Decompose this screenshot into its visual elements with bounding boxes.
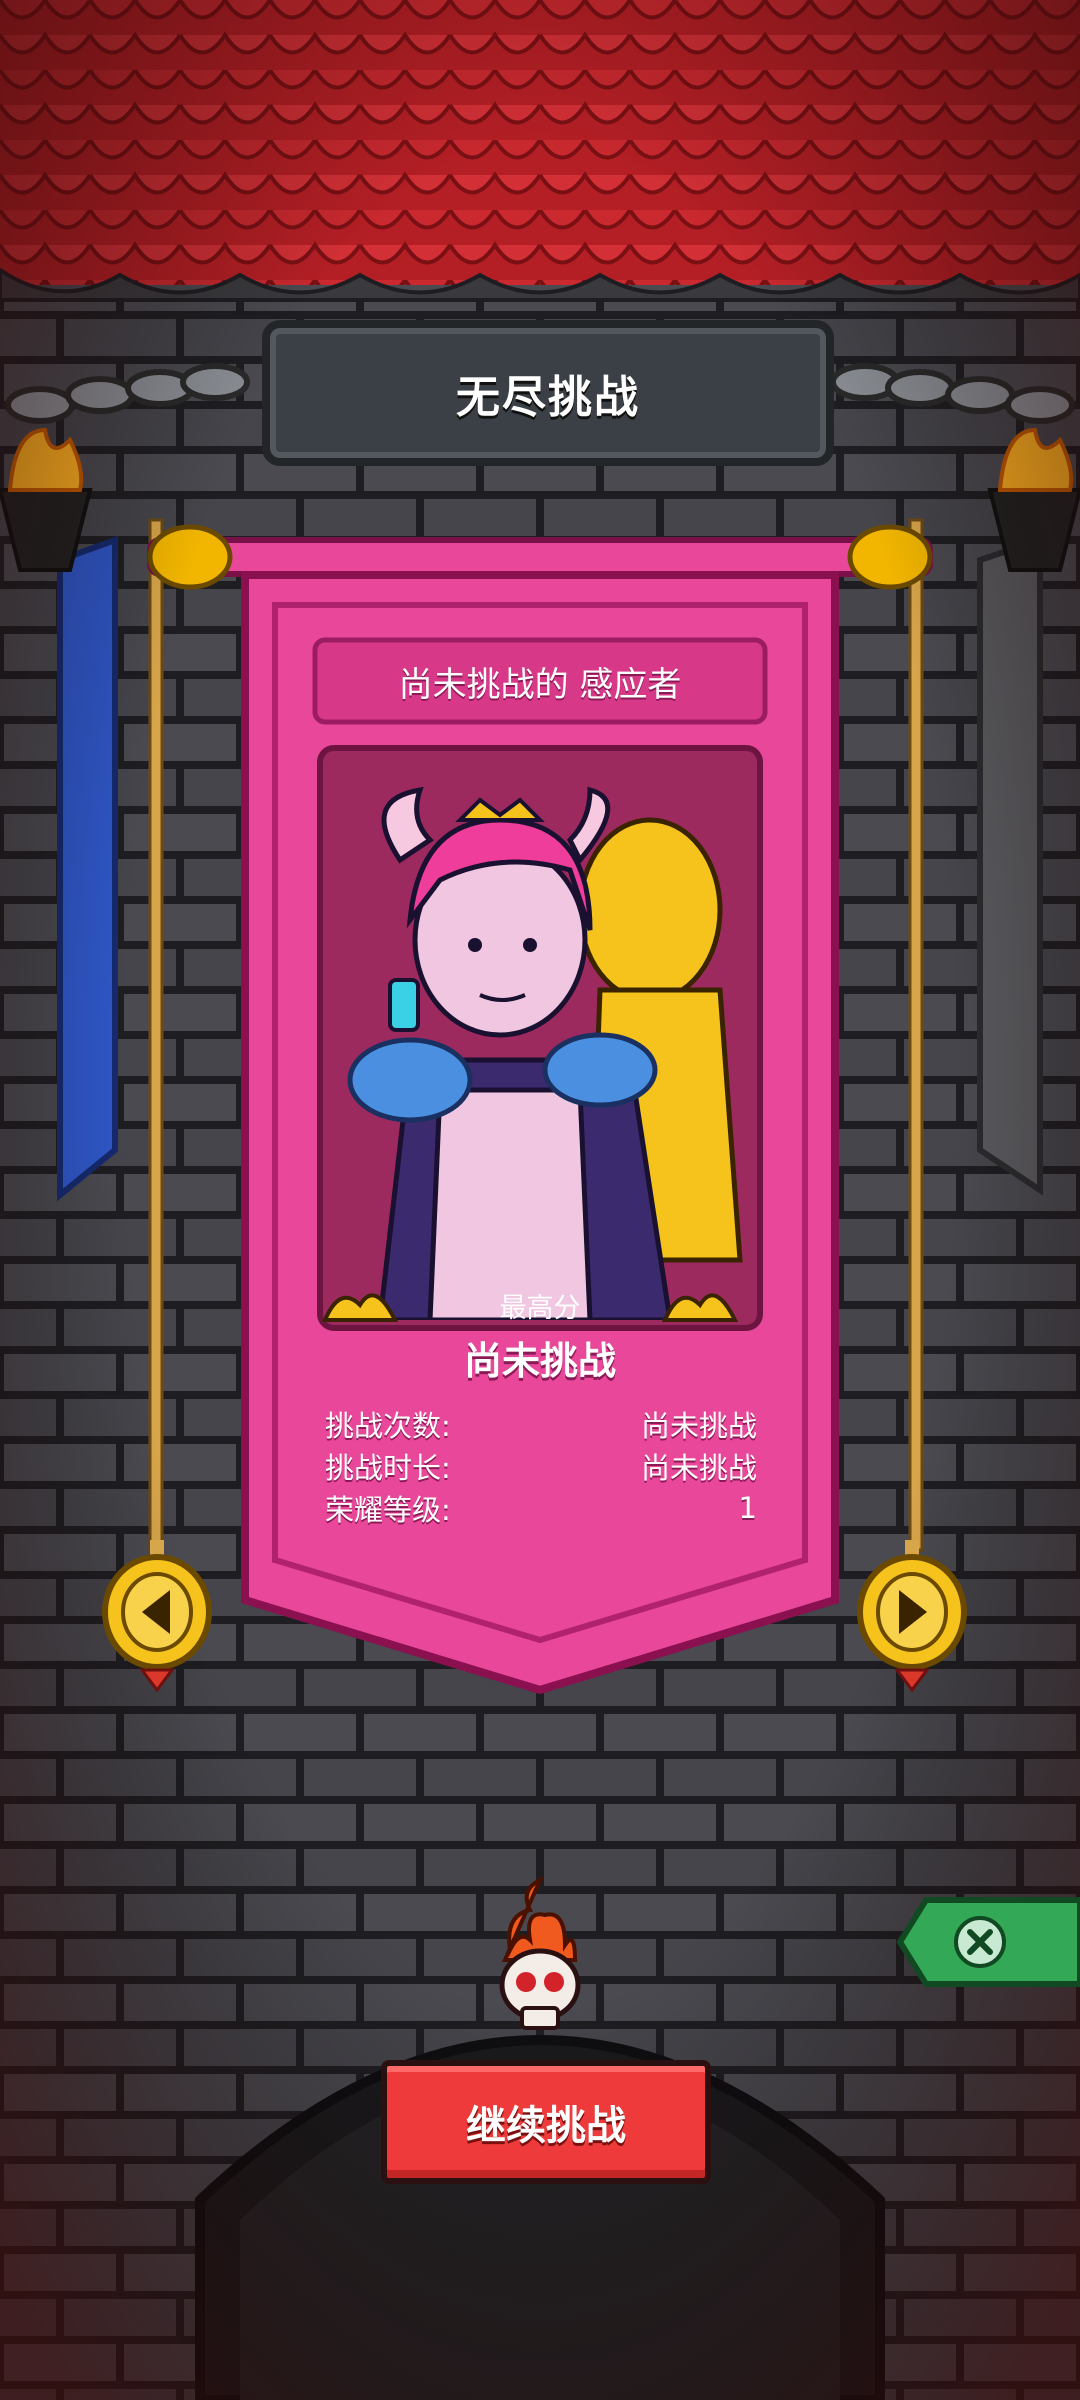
screen-title: 无尽挑战 <box>456 372 640 423</box>
stat-value: 1 <box>738 1491 757 1525</box>
title-plaque: 无尽挑战 <box>262 320 834 466</box>
card-header: 尚未挑战的 感应者 <box>398 664 682 705</box>
game-screen: 无尽挑战 尚未挑战的 感应者 最高分 尚未挑战 挑战次数: 尚未挑战 挑战时长:… <box>0 0 1080 2400</box>
flaming-skull-icon <box>499 1875 581 2030</box>
stat-row-glory-level: 荣耀等级: 1 <box>325 1486 757 1530</box>
flame-ornament-left-icon <box>321 1293 399 1322</box>
stat-label: 荣耀等级: <box>325 1493 451 1527</box>
stat-label: 挑战次数: <box>325 1409 451 1443</box>
prev-character-button[interactable] <box>100 1540 215 1700</box>
stat-value: 尚未挑战 <box>640 1409 757 1443</box>
continue-challenge-button[interactable]: 继续挑战 <box>381 2060 711 2184</box>
character-portrait <box>347 786 743 1320</box>
stat-row-attempts: 挑战次数: 尚未挑战 <box>325 1402 757 1446</box>
stat-value: 尚未挑战 <box>640 1451 757 1485</box>
next-character-button[interactable] <box>855 1540 970 1700</box>
flame-ornament-right-icon <box>661 1293 739 1322</box>
stat-label: 挑战时长: <box>325 1451 451 1485</box>
score-value: 尚未挑战 <box>463 1339 616 1383</box>
score-label: 最高分 <box>499 1293 581 1324</box>
side-tab-button[interactable] <box>896 1896 1080 1988</box>
stat-row-duration: 挑战时长: 尚未挑战 <box>325 1444 757 1488</box>
